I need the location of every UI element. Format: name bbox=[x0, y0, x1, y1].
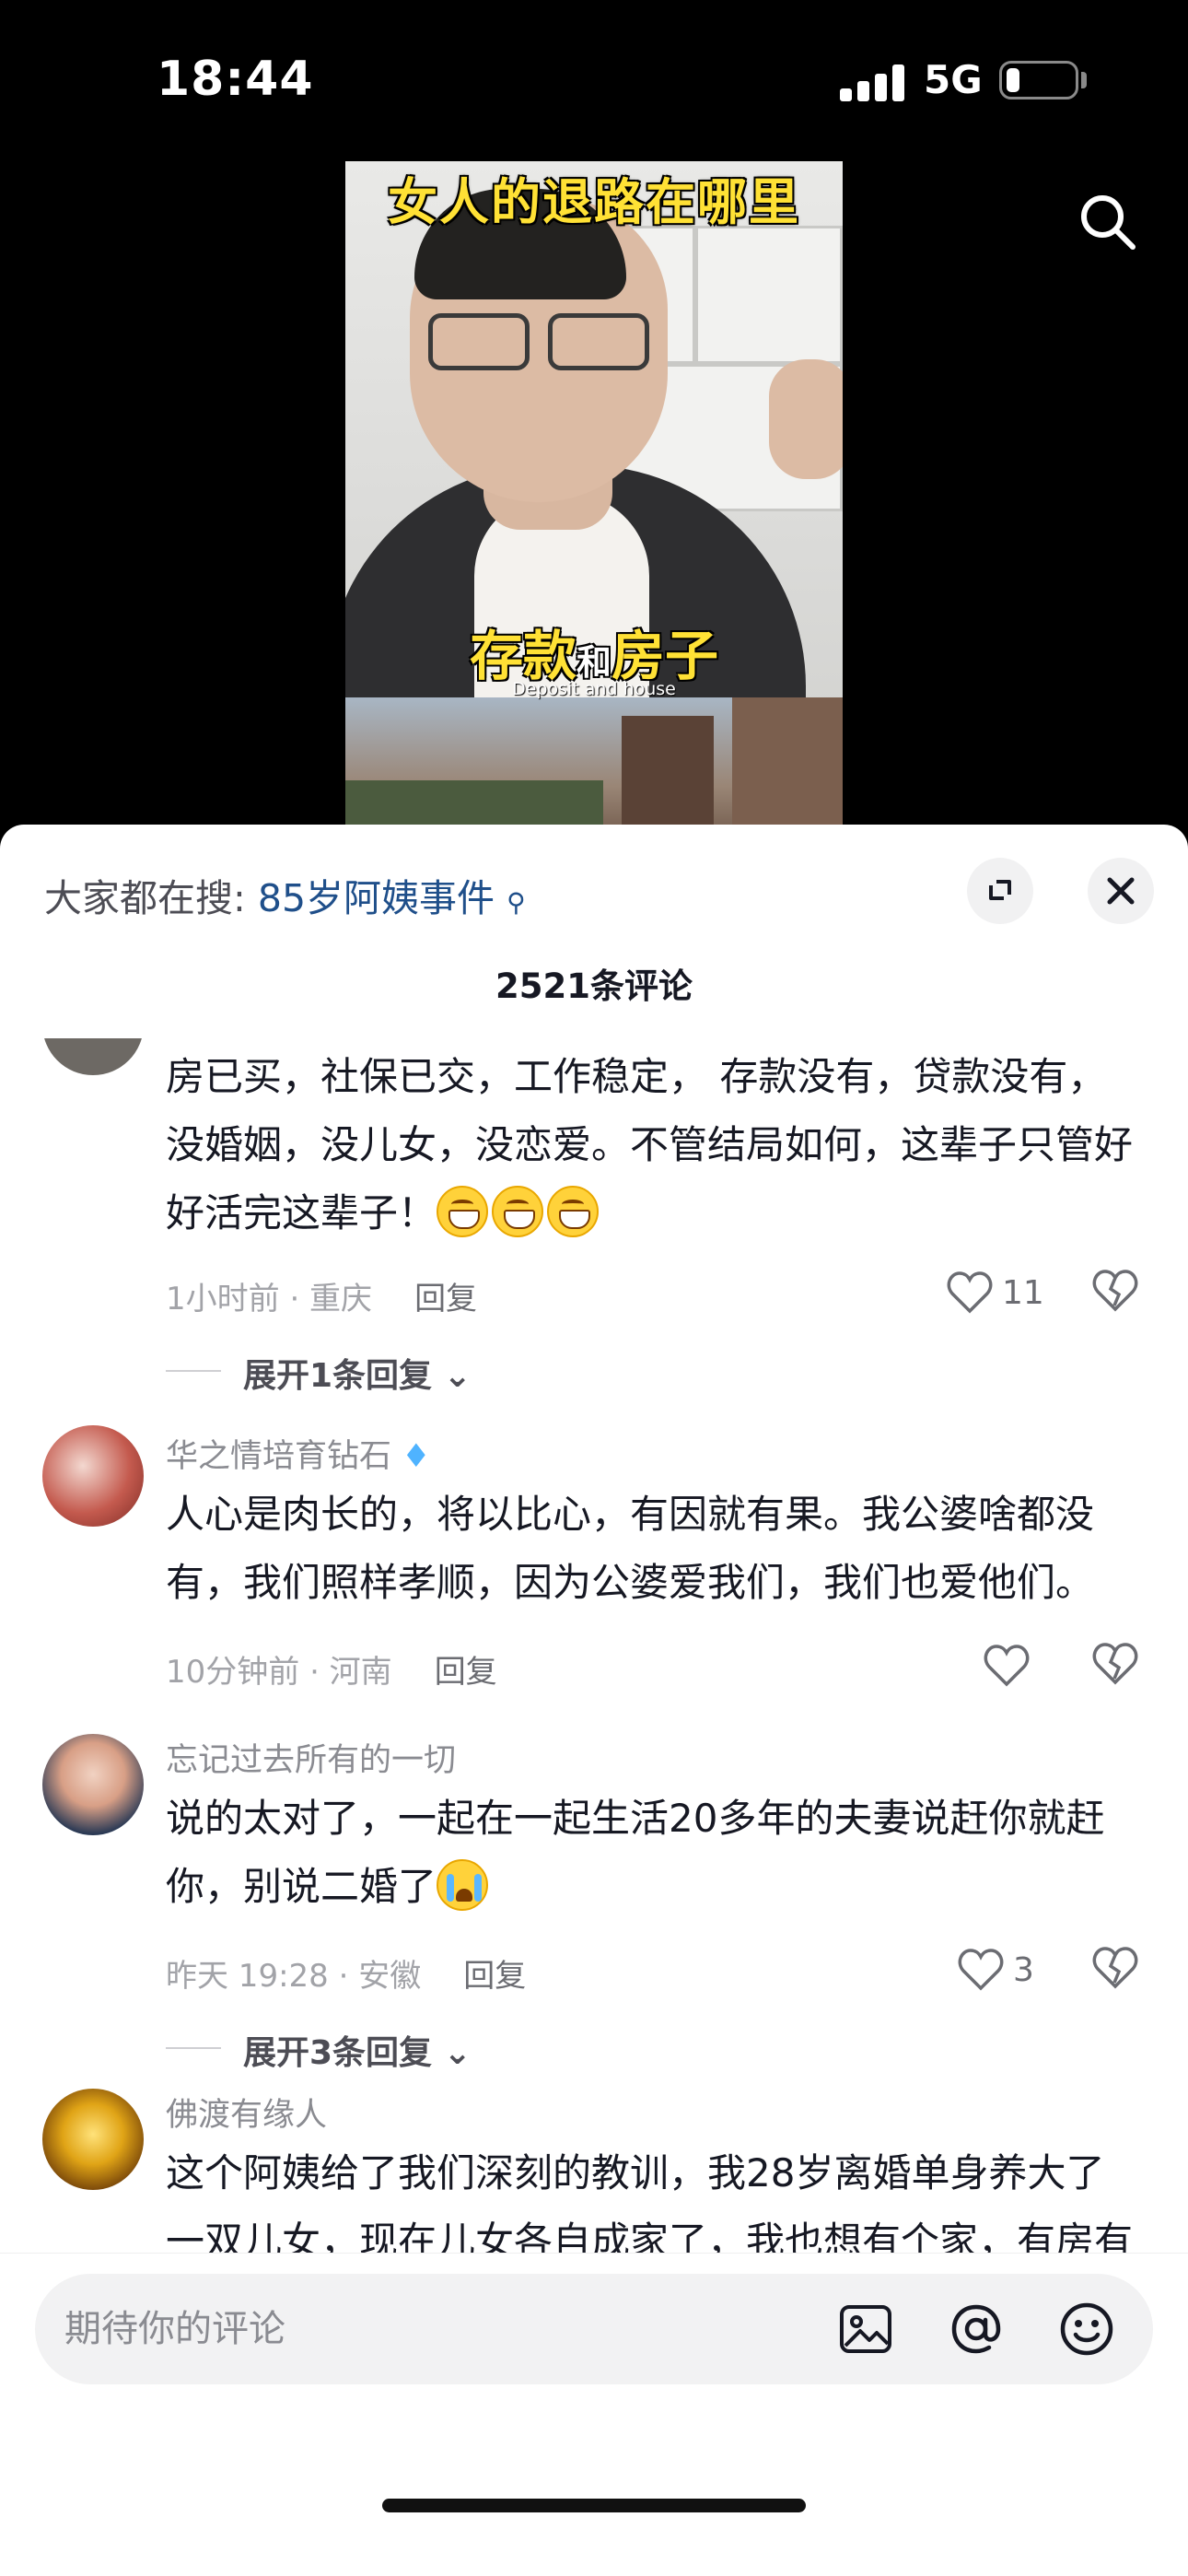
trending-search[interactable]: 大家都在搜: 85岁阿姨事件 ⚲ bbox=[44, 867, 526, 922]
expand-replies-label: 展开1条回复 bbox=[243, 1357, 433, 1395]
comment-username[interactable]: 佛渡有缘人 bbox=[166, 2089, 327, 2136]
trending-term[interactable]: 85岁阿姨事件 bbox=[258, 876, 495, 920]
dislike-button[interactable] bbox=[1092, 1642, 1144, 1693]
broken-heart-icon bbox=[1092, 1947, 1138, 1989]
reply-button[interactable]: 回复 bbox=[435, 1654, 497, 1691]
expand-replies-label: 展开3条回复 bbox=[243, 2034, 433, 2072]
like-count: 11 bbox=[1002, 1274, 1044, 1312]
grin-emoji-icon bbox=[437, 1186, 489, 1237]
comment-text: 这个阿姨给了我们深刻的教训，我28岁离婚单身养大了一双儿女，现在儿女各自成家了，… bbox=[166, 2150, 1134, 2253]
comment-meta: 1小时前 · 重庆 回复 bbox=[166, 1273, 477, 1318]
heart-icon bbox=[984, 1645, 1030, 1687]
crying-emoji-icon bbox=[437, 1859, 489, 1911]
comment-username[interactable]: 忘记过去所有的一切 bbox=[166, 1734, 456, 1781]
glasses bbox=[428, 313, 658, 378]
reply-button[interactable]: 回复 bbox=[463, 1958, 526, 1995]
expand-divider bbox=[166, 1370, 221, 1372]
diamond-icon: ♦ bbox=[402, 1438, 431, 1475]
like-button[interactable]: 11 bbox=[947, 1269, 1048, 1320]
dislike-button[interactable] bbox=[1092, 1269, 1144, 1320]
comment-username[interactable]: 华之情培育钻石 ♦ bbox=[166, 1430, 431, 1477]
emoji-icon[interactable] bbox=[1057, 2300, 1116, 2359]
search-icon[interactable] bbox=[1077, 192, 1138, 252]
comment-text: 说的太对了，一起在一起生活20多年的夫妻说赶你就赶你，别说二婚了 bbox=[166, 1785, 1142, 1921]
comment-input[interactable] bbox=[64, 2274, 820, 2384]
video-title: 女人的退路在哪里 bbox=[388, 172, 800, 231]
person-hand bbox=[769, 359, 843, 479]
grin-emoji-icon bbox=[547, 1186, 600, 1237]
trending-label: 大家都在搜: bbox=[44, 876, 246, 920]
comment-text: 房已买，社保已交，工作稳定， 存款没有，贷款没有，没婚姻，没儿女，没恋爱。不管结… bbox=[166, 1043, 1142, 1247]
heart-icon bbox=[958, 1949, 1004, 1991]
comment-input-bar bbox=[0, 2253, 1188, 2576]
comment-username-text: 华之情培育钻石 bbox=[166, 1438, 392, 1475]
trending-search-icon[interactable]: ⚲ bbox=[507, 887, 526, 918]
avatar[interactable] bbox=[42, 2089, 144, 2190]
comment-list[interactable]: 房已买，社保已交，工作稳定， 存款没有，贷款没有，没婚姻，没儿女，没恋爱。不管结… bbox=[0, 1038, 1188, 2253]
background-cabinet bbox=[695, 226, 843, 364]
broken-heart-icon bbox=[1092, 1643, 1138, 1685]
expand-icon bbox=[989, 880, 1011, 900]
avatar[interactable] bbox=[42, 1734, 144, 1835]
comment-text-content: 房已买，社保已交，工作稳定， 存款没有，贷款没有，没婚姻，没儿女，没恋爱。不管结… bbox=[166, 1054, 1134, 1235]
comment-time-location: 昨天 19:28 · 安徽 bbox=[166, 1958, 422, 1995]
avatar[interactable] bbox=[42, 1425, 144, 1527]
caption-part3: 房子 bbox=[611, 625, 719, 687]
chevron-down-icon: ⌄ bbox=[443, 1357, 472, 1395]
home-indicator[interactable] bbox=[382, 2499, 806, 2512]
status-time: 18:44 bbox=[157, 52, 314, 107]
comment-time-location: 1小时前 · 重庆 bbox=[166, 1281, 373, 1317]
caption-part1: 存款 bbox=[469, 625, 577, 687]
image-icon[interactable] bbox=[836, 2300, 895, 2359]
avatar[interactable] bbox=[42, 1038, 144, 1075]
broken-heart-icon bbox=[1092, 1270, 1138, 1312]
like-button[interactable] bbox=[984, 1642, 1085, 1693]
comment-input-box[interactable] bbox=[35, 2274, 1153, 2384]
comment-meta: 10分钟前 · 河南 回复 bbox=[166, 1646, 497, 1692]
close-icon bbox=[1107, 877, 1135, 905]
reply-button[interactable]: 回复 bbox=[414, 1281, 477, 1317]
chevron-down-icon: ⌄ bbox=[443, 2034, 472, 2072]
expand-replies-button[interactable]: 展开3条回复 ⌄ bbox=[243, 2026, 472, 2074]
caption-part2: 和 bbox=[576, 641, 611, 683]
like-button[interactable]: 3 bbox=[958, 1946, 1059, 1997]
heart-icon bbox=[947, 1271, 993, 1314]
panel-header: 大家都在搜: 85岁阿姨事件 ⚲ 2521条评论 bbox=[0, 825, 1188, 1055]
comment-text-content: 说的太对了，一起在一起生活20多年的夫妻说赶你就赶你，别说二婚了 bbox=[166, 1796, 1105, 1909]
battery-icon bbox=[999, 61, 1078, 100]
battery-cap bbox=[1081, 72, 1087, 88]
signal-icon bbox=[840, 64, 904, 101]
comment-meta: 昨天 19:28 · 安徽 回复 bbox=[166, 1950, 526, 1996]
expand-divider bbox=[166, 2047, 221, 2049]
comment-count: 2521条评论 bbox=[495, 966, 693, 1006]
comment-text: 人心是肉长的，将以比心，有因就有果。我公婆啥都没有，我们照样孝顺，因为公婆爱我们… bbox=[166, 1492, 1095, 1605]
like-count: 3 bbox=[1013, 1951, 1034, 1989]
grin-emoji-icon bbox=[492, 1186, 544, 1237]
comment-time-location: 10分钟前 · 河南 bbox=[166, 1654, 392, 1691]
video-frame[interactable]: 女人的退路在哪里 存款和房子 Deposit and house bbox=[345, 161, 843, 843]
expand-replies-button[interactable]: 展开1条回复 ⌄ bbox=[243, 1349, 472, 1397]
at-icon[interactable] bbox=[947, 2300, 1006, 2359]
close-button[interactable] bbox=[1088, 858, 1154, 924]
video-subtitle: Deposit and house bbox=[512, 679, 676, 699]
dislike-button[interactable] bbox=[1092, 1946, 1144, 1997]
building-photo bbox=[345, 697, 843, 843]
network-type: 5G bbox=[924, 57, 983, 102]
comments-panel: 大家都在搜: 85岁阿姨事件 ⚲ 2521条评论 房已买，社保已交，工作稳定， … bbox=[0, 825, 1188, 2576]
status-bar: 18:44 5G bbox=[0, 0, 1188, 161]
video-player[interactable]: 女人的退路在哪里 存款和房子 Deposit and house bbox=[0, 161, 1188, 843]
expand-button[interactable] bbox=[967, 858, 1033, 924]
